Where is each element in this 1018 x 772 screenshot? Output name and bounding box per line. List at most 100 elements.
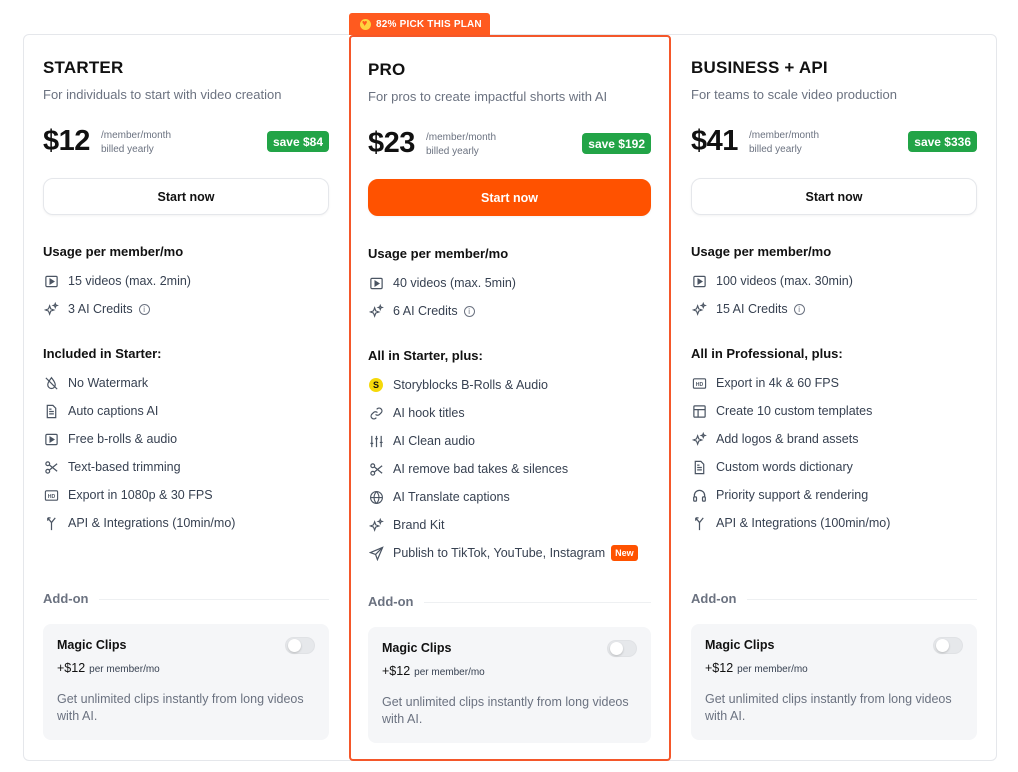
- plan-price: $12: [43, 125, 90, 157]
- usage-title: Usage per member/mo: [43, 244, 184, 259]
- sparkle-icon: [368, 517, 384, 533]
- price-unit: /member/month: [749, 130, 820, 141]
- document-icon: [43, 403, 59, 419]
- svg-text:HD: HD: [47, 493, 55, 499]
- new-badge: New: [611, 545, 638, 561]
- addon-title: Magic Clips: [57, 638, 127, 652]
- plan-card-business: BUSINESS + API For teams to scale video …: [671, 34, 997, 761]
- feature-item: Auto captions AI: [43, 403, 158, 419]
- price-unit: /member/month: [101, 130, 172, 141]
- addon-toggle[interactable]: [285, 637, 315, 654]
- feature-item: AI remove bad takes & silences: [368, 461, 568, 477]
- feature-item: HD Export in 1080p & 30 FPS: [43, 487, 213, 503]
- play-icon: [43, 273, 59, 289]
- feature-item: Text-based trimming: [43, 459, 181, 475]
- price-meta: /member/month billed yearly: [749, 129, 819, 157]
- scissors-icon: [43, 459, 59, 475]
- divider: [424, 602, 651, 603]
- play-icon: [691, 273, 707, 289]
- no-watermark-icon: [43, 375, 59, 391]
- sparkle-icon: [691, 431, 707, 447]
- divider: [99, 599, 329, 600]
- feature-item: No Watermark: [43, 375, 148, 391]
- save-badge: save $84: [266, 131, 329, 152]
- feature-item: HD Export in 4k & 60 FPS: [691, 375, 839, 391]
- divider: [747, 599, 977, 600]
- usage-item: 15 videos (max. 2min): [43, 273, 191, 289]
- addon-title: Magic Clips: [382, 641, 452, 655]
- addon-label: Add-on: [368, 594, 414, 609]
- start-now-button[interactable]: Start now: [691, 178, 977, 215]
- plan-name: BUSINESS + API: [691, 58, 828, 77]
- popular-plan-badge: 82% PICK THIS PLAN: [349, 13, 490, 35]
- send-icon: [368, 545, 384, 561]
- usage-item: 15 AI Credits i: [691, 301, 805, 317]
- svg-text:HD: HD: [695, 381, 703, 387]
- usage-title: Usage per member/mo: [691, 244, 832, 259]
- sliders-icon: [368, 433, 384, 449]
- feature-item: AI Translate captions: [368, 489, 510, 505]
- start-now-button[interactable]: Start now: [368, 179, 651, 216]
- api-icon: [43, 515, 59, 531]
- save-badge: save $192: [582, 133, 651, 154]
- plan-name: STARTER: [43, 58, 124, 77]
- sparkle-icon: [691, 301, 707, 317]
- addon-price: +$12 per member/mo: [57, 661, 160, 675]
- included-title: Included in Starter:: [43, 346, 162, 361]
- addon-description: Get unlimited clips instantly from long …: [705, 692, 952, 723]
- addon-toggle[interactable]: [933, 637, 963, 654]
- plan-price: $23: [368, 127, 415, 159]
- play-icon: [368, 275, 384, 291]
- feature-item: Create 10 custom templates: [691, 403, 872, 419]
- popular-plan-badge-label: 82% PICK THIS PLAN: [376, 18, 482, 30]
- storyblocks-icon: S: [368, 377, 384, 393]
- headphones-icon: [691, 487, 707, 503]
- addon-magic-clips: Magic Clips +$12 per member/mo Get unlimi…: [43, 624, 329, 740]
- hd-icon: HD: [43, 487, 59, 503]
- globe-icon: [368, 489, 384, 505]
- billing-period: billed yearly: [749, 144, 802, 155]
- price-unit: /member/month: [426, 132, 497, 143]
- plan-description: For individuals to start with video crea…: [43, 87, 282, 102]
- addon-label: Add-on: [43, 591, 89, 606]
- scissors-icon: [368, 461, 384, 477]
- included-title: All in Starter, plus:: [368, 348, 483, 363]
- addon-magic-clips: Magic Clips +$12 per member/mo Get unlimi…: [691, 624, 977, 740]
- feature-item: S Storyblocks B-Rolls & Audio: [368, 377, 548, 393]
- plan-price: $41: [691, 125, 738, 157]
- addon-toggle[interactable]: [607, 640, 637, 657]
- billing-period: billed yearly: [426, 146, 479, 157]
- plan-description: For pros to create impactful shorts with…: [368, 89, 608, 104]
- addon-price: +$12 per member/mo: [382, 664, 485, 678]
- save-badge: save $336: [908, 131, 977, 152]
- feature-item: API & Integrations (10min/mo): [43, 515, 235, 531]
- included-title: All in Professional, plus:: [691, 346, 843, 361]
- link-icon: [368, 405, 384, 421]
- play-icon: [43, 431, 59, 447]
- usage-item: 40 videos (max. 5min): [368, 275, 516, 291]
- start-now-button[interactable]: Start now: [43, 178, 329, 215]
- feature-item: AI hook titles: [368, 405, 465, 421]
- plan-card-pro: PRO For pros to create impactful shorts …: [349, 35, 671, 761]
- usage-item: 3 AI Credits i: [43, 301, 150, 317]
- sparkle-icon: [43, 301, 59, 317]
- billing-period: billed yearly: [101, 144, 154, 155]
- usage-title: Usage per member/mo: [368, 246, 509, 261]
- plan-card-starter: STARTER For individuals to start with vi…: [23, 34, 349, 761]
- feature-item: API & Integrations (100min/mo): [691, 515, 890, 531]
- info-icon[interactable]: i: [138, 303, 150, 315]
- addon-label: Add-on: [691, 591, 737, 606]
- feature-item: Publish to TikTok, YouTube, Instagram Ne…: [368, 545, 638, 561]
- info-icon[interactable]: i: [793, 303, 805, 315]
- addon-description: Get unlimited clips instantly from long …: [382, 695, 629, 726]
- document-icon: [691, 459, 707, 475]
- feature-item: AI Clean audio: [368, 433, 475, 449]
- addon-magic-clips: Magic Clips +$12 per member/mo Get unlimi…: [368, 627, 651, 743]
- plan-name: PRO: [368, 60, 406, 79]
- info-icon[interactable]: i: [463, 305, 475, 317]
- feature-item: Priority support & rendering: [691, 487, 868, 503]
- addon-title: Magic Clips: [705, 638, 775, 652]
- heart-icon: [360, 18, 371, 30]
- usage-item: 100 videos (max. 30min): [691, 273, 853, 289]
- usage-item: 6 AI Credits i: [368, 303, 475, 319]
